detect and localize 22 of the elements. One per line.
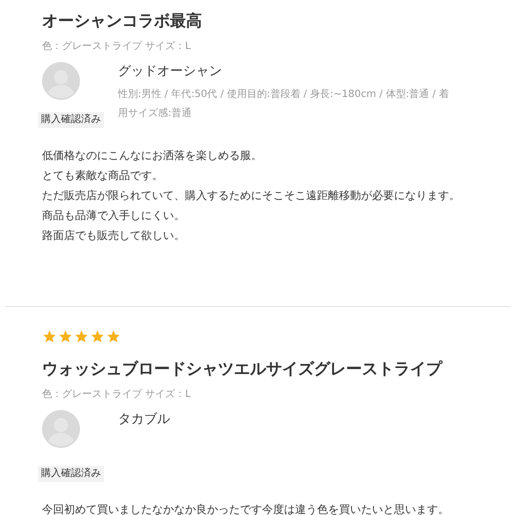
review-text: ただ販売店が限られていて、購入するためにそこそこ遠距離移動が必要になります。 bbox=[42, 188, 461, 204]
review-text: 商品も品薄で入手しにくい。 bbox=[42, 208, 186, 224]
star-icon bbox=[106, 329, 121, 344]
review-text: とても素敵な商品です。 bbox=[42, 168, 164, 184]
review-text: 路面店でも販売して欲しい。 bbox=[42, 228, 186, 244]
star-icon bbox=[58, 329, 73, 344]
verified-badge: 購入確認済み bbox=[38, 112, 104, 128]
variant-info: 色：グレーストライプ サイズ：L bbox=[42, 40, 192, 54]
avatar-icon bbox=[42, 410, 80, 448]
verified-badge: 購入確認済み bbox=[38, 466, 104, 482]
review-text: 今回初めて買いましたなかなか良かったです今度は違う色を買いたいと思います。 bbox=[42, 502, 450, 515]
review-title: ウォッシュブロードシャツエルサイズグレーストライプ bbox=[42, 358, 444, 380]
avatar-icon bbox=[42, 62, 80, 100]
star-icon bbox=[74, 329, 89, 344]
reviewer-attributes: 性別:男性 / 年代:50代 / 使用目的:普段着 / 身長:~180cm / 体型:普通 / 着用サイズ感:普通 bbox=[118, 88, 450, 120]
star-icon bbox=[42, 329, 57, 344]
reviewer-name: グッドオーシャン bbox=[118, 63, 223, 81]
reviewer-name: タカブル bbox=[118, 411, 170, 429]
variant-info: 色：グレーストライプ サイズ：L bbox=[42, 388, 192, 402]
star-icon bbox=[90, 329, 105, 344]
review-text: 低価格なのにこんなにお洒落を楽しめる服。 bbox=[42, 148, 263, 164]
review-title: オーシャンコラボ最高 bbox=[42, 10, 203, 32]
